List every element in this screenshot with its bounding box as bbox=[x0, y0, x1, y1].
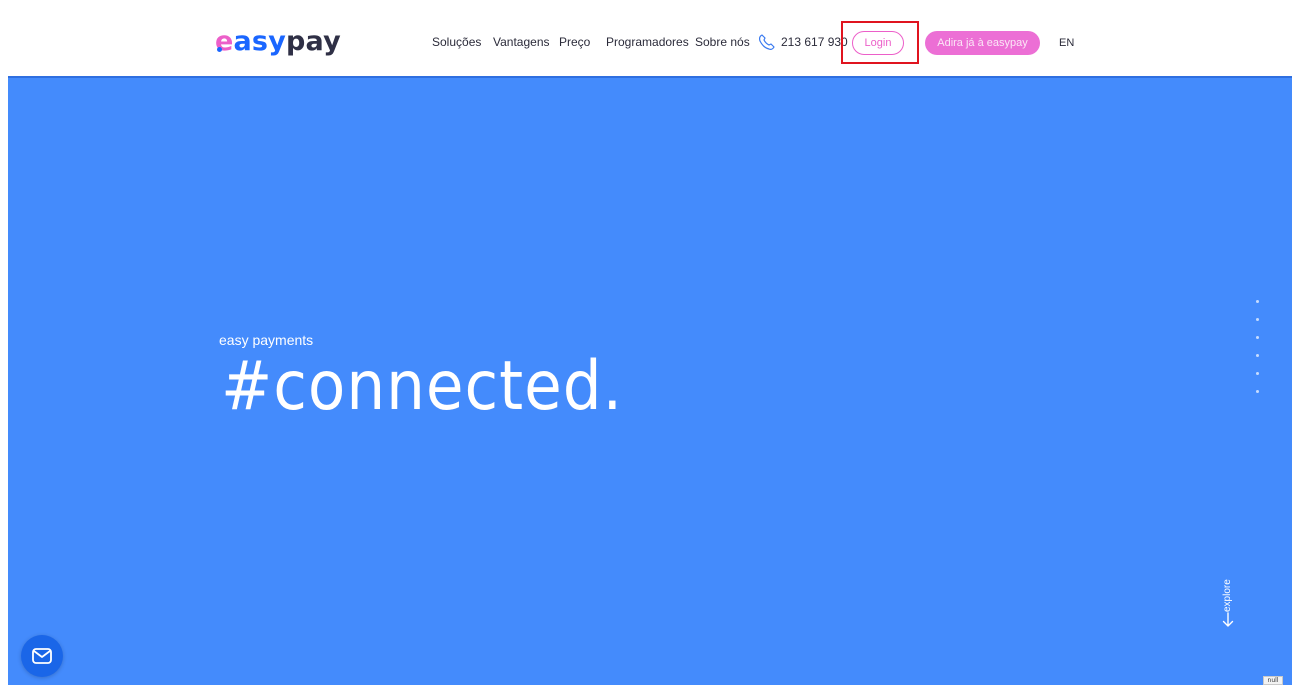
join-easypay-button[interactable]: Adira já à easypay bbox=[925, 31, 1040, 55]
explore-label: explore bbox=[1222, 579, 1233, 612]
nav-item-vantagens[interactable]: Vantagens bbox=[493, 30, 550, 54]
left-edge-strip bbox=[0, 76, 8, 685]
hero-title: #connected. bbox=[221, 347, 624, 426]
nav-item-solucoes[interactable]: Soluções bbox=[432, 30, 481, 54]
site-header: e asy pay Soluções Vantagens Preço Program… bbox=[0, 0, 1292, 76]
phone-link[interactable]: 213 617 930 bbox=[757, 30, 848, 54]
mail-icon bbox=[32, 648, 52, 664]
null-badge: null bbox=[1263, 676, 1283, 685]
main-nav: Soluções Vantagens Preço Programadores S… bbox=[0, 30, 1292, 54]
phone-number: 213 617 930 bbox=[781, 35, 848, 49]
nav-item-sobre-nos[interactable]: Sobre nós bbox=[695, 30, 750, 54]
pager-dot[interactable] bbox=[1256, 318, 1259, 321]
nav-item-preco[interactable]: Preço bbox=[559, 30, 590, 54]
pager-dot[interactable] bbox=[1256, 372, 1259, 375]
contact-chat-button[interactable] bbox=[21, 635, 63, 677]
pager-dot[interactable] bbox=[1256, 390, 1259, 393]
phone-icon bbox=[759, 34, 775, 50]
pager-dot[interactable] bbox=[1256, 300, 1259, 303]
section-pager bbox=[1256, 300, 1262, 393]
login-button[interactable]: Login bbox=[852, 31, 904, 55]
pager-dot[interactable] bbox=[1256, 354, 1259, 357]
arrow-down-icon bbox=[1222, 612, 1234, 627]
explore-link[interactable]: explore bbox=[1219, 572, 1243, 632]
nav-item-programadores[interactable]: Programadores bbox=[606, 30, 689, 54]
hero-kicker: easy payments bbox=[219, 332, 314, 348]
pager-dot[interactable] bbox=[1256, 336, 1259, 339]
page: e asy pay Soluções Vantagens Preço Program… bbox=[0, 0, 1292, 685]
hero-section bbox=[8, 76, 1292, 685]
language-switch[interactable]: EN bbox=[1059, 31, 1074, 55]
